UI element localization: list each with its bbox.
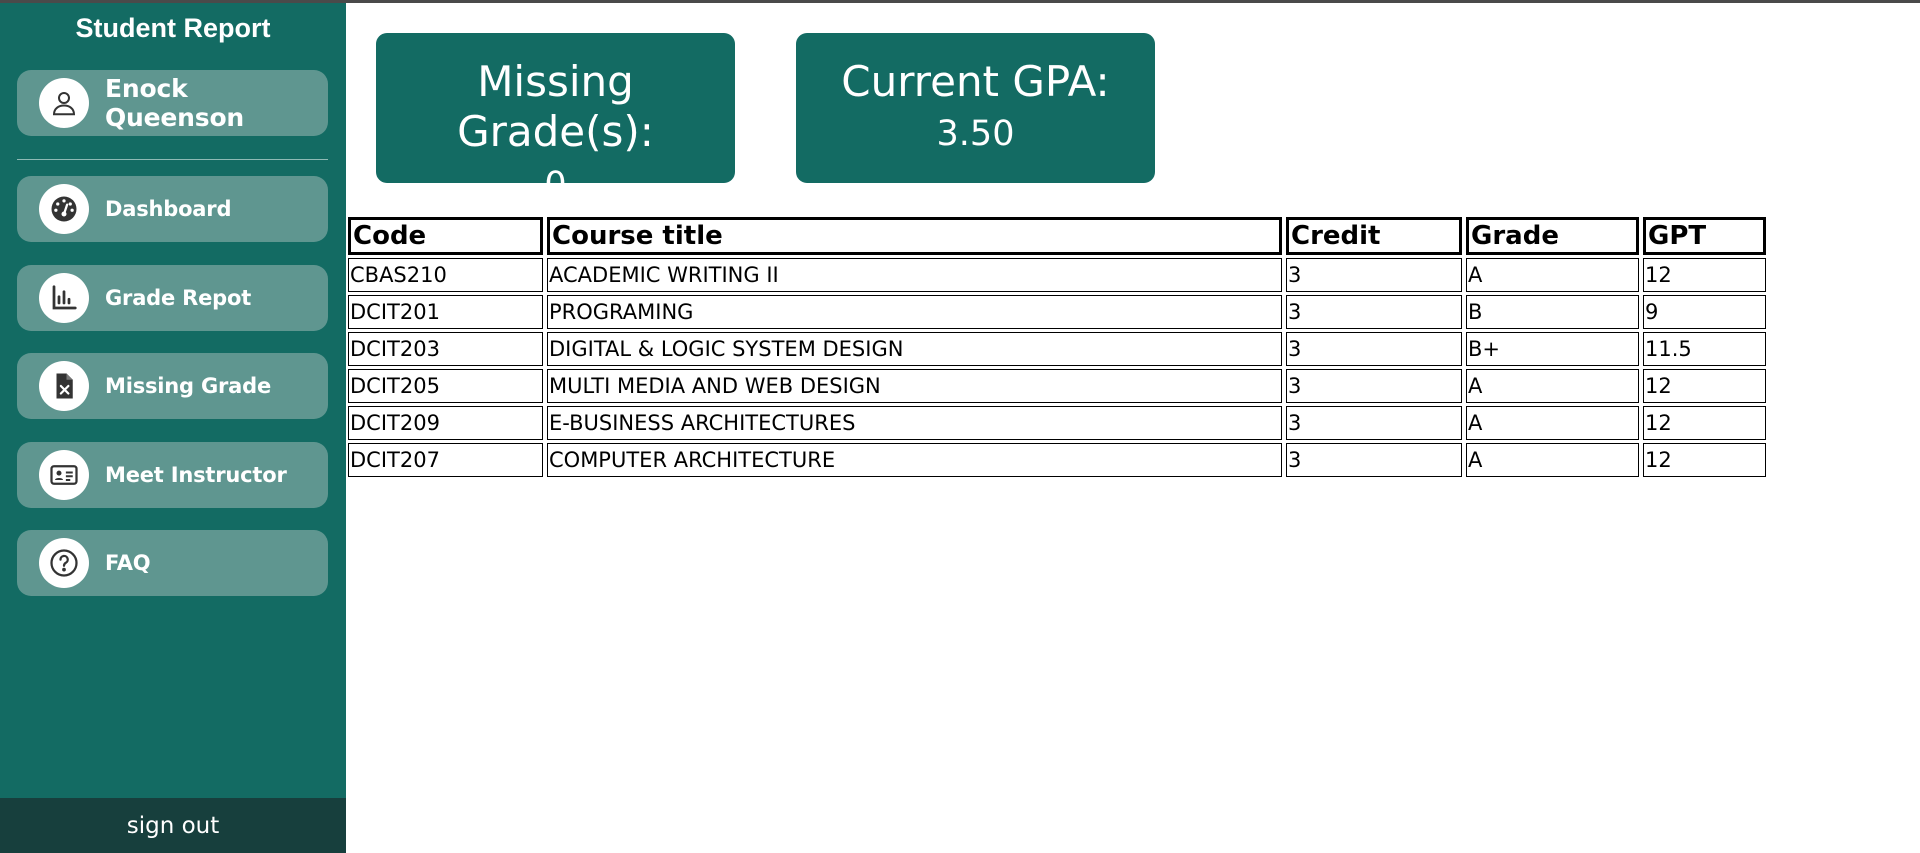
table-row: DCIT207 COMPUTER ARCHITECTURE 3 A 12	[348, 443, 1766, 477]
column-header-grade: Grade	[1466, 217, 1639, 255]
grades-table: Code Course title Credit Grade GPT CBAS2…	[344, 214, 1770, 480]
course-code-cell: DCIT205	[348, 369, 543, 403]
credit-cell: 3	[1286, 295, 1462, 329]
gpt-cell: 11.5	[1643, 332, 1766, 366]
sidebar-divider	[17, 159, 328, 160]
gpt-cell: 12	[1643, 406, 1766, 440]
sidebar-item-label: Grade Repot	[105, 286, 252, 310]
sidebar-item-label: FAQ	[105, 551, 151, 575]
course-code-cell: DCIT201	[348, 295, 543, 329]
table-row: DCIT203 DIGITAL & LOGIC SYSTEM DESIGN 3 …	[348, 332, 1766, 366]
grade-cell: A	[1466, 369, 1639, 403]
file-x-icon	[39, 361, 89, 411]
course-title-cell: DIGITAL & LOGIC SYSTEM DESIGN	[547, 332, 1282, 366]
chart-icon	[39, 273, 89, 323]
gpt-cell: 12	[1643, 258, 1766, 292]
app-title: Student Report	[75, 13, 271, 43]
user-profile-button[interactable]: Enock Queenson	[17, 70, 328, 136]
column-header-gpt: GPT	[1643, 217, 1766, 255]
column-header-credit: Credit	[1286, 217, 1462, 255]
course-title-cell: ACADEMIC WRITING II	[547, 258, 1282, 292]
question-icon	[39, 538, 89, 588]
sidebar-item-missing-grade[interactable]: Missing Grade	[17, 353, 328, 419]
grade-cell: B+	[1466, 332, 1639, 366]
course-code-cell: DCIT207	[348, 443, 543, 477]
grade-cell: A	[1466, 406, 1639, 440]
table-row: DCIT201 PROGRAMING 3 B 9	[348, 295, 1766, 329]
credit-cell: 3	[1286, 332, 1462, 366]
current-gpa-card: Current GPA: 3.50	[796, 33, 1155, 183]
missing-grades-label: Missing Grade(s):	[457, 57, 654, 157]
course-title-cell: PROGRAMING	[547, 295, 1282, 329]
table-row: CBAS210 ACADEMIC WRITING II 3 A 12	[348, 258, 1766, 292]
table-header-row: Code Course title Credit Grade GPT	[348, 217, 1766, 255]
credit-cell: 3	[1286, 258, 1462, 292]
credit-cell: 3	[1286, 369, 1462, 403]
column-header-course-title: Course title	[547, 217, 1282, 255]
current-gpa-label: Current GPA:	[841, 57, 1110, 106]
current-gpa-value: 3.50	[936, 114, 1015, 155]
sidebar: Student Report Enock Queenson Dashboard	[0, 3, 346, 853]
course-title-cell: MULTI MEDIA AND WEB DESIGN	[547, 369, 1282, 403]
table-row: DCIT205 MULTI MEDIA AND WEB DESIGN 3 A 1…	[348, 369, 1766, 403]
column-header-code: Code	[348, 217, 543, 255]
gpt-cell: 12	[1643, 369, 1766, 403]
sidebar-item-grade-report[interactable]: Grade Repot	[17, 265, 328, 331]
sign-out-button[interactable]: sign out	[0, 798, 346, 853]
user-name: Enock Queenson	[105, 74, 245, 132]
sidebar-item-dashboard[interactable]: Dashboard	[17, 176, 328, 242]
user-icon	[39, 78, 89, 128]
missing-grades-value: 0	[544, 164, 567, 205]
sidebar-item-meet-instructor[interactable]: Meet Instructor	[17, 442, 328, 508]
course-title-cell: E-BUSINESS ARCHITECTURES	[547, 406, 1282, 440]
sidebar-item-label: Dashboard	[105, 197, 232, 221]
grade-cell: A	[1466, 258, 1639, 292]
sidebar-item-faq[interactable]: FAQ	[17, 530, 328, 596]
grade-cell: B	[1466, 295, 1639, 329]
table-row: DCIT209 E-BUSINESS ARCHITECTURES 3 A 12	[348, 406, 1766, 440]
gpt-cell: 12	[1643, 443, 1766, 477]
course-title-cell: COMPUTER ARCHITECTURE	[547, 443, 1282, 477]
credit-cell: 3	[1286, 443, 1462, 477]
id-card-icon	[39, 450, 89, 500]
missing-grades-card: Missing Grade(s): 0	[376, 33, 735, 205]
gauge-icon	[39, 184, 89, 234]
sidebar-item-label: Missing Grade	[105, 374, 272, 398]
credit-cell: 3	[1286, 406, 1462, 440]
course-code-cell: DCIT209	[348, 406, 543, 440]
course-code-cell: DCIT203	[348, 332, 543, 366]
course-code-cell: CBAS210	[348, 258, 543, 292]
grade-cell: A	[1466, 443, 1639, 477]
gpt-cell: 9	[1643, 295, 1766, 329]
sidebar-item-label: Meet Instructor	[105, 463, 287, 487]
